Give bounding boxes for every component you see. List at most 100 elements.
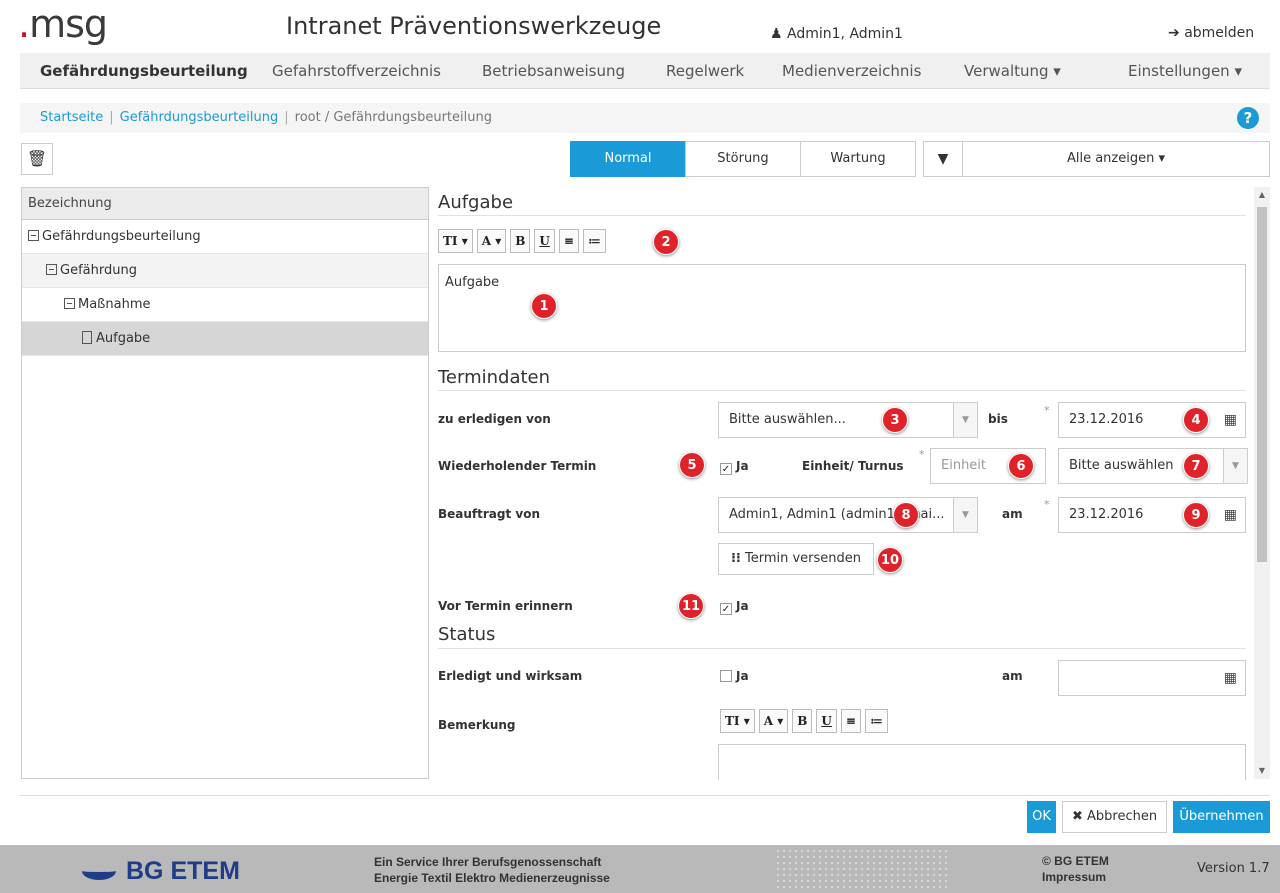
erledigt-am-label: am [1002,669,1023,683]
required-marker: * [1044,498,1050,511]
logout-icon: ➔ [1168,25,1180,41]
scrollbar-thumb[interactable] [1257,207,1267,562]
calendar-grid-icon: ⁝⁝ [730,551,741,566]
numbered-list-button[interactable]: ≔ [582,229,606,253]
nav-betriebsanweisung[interactable]: Betriebsanweisung [482,53,625,89]
apply-button[interactable]: Übernehmen [1173,801,1270,833]
beauftragt-von-select[interactable]: Admin1, Admin1 (admin1@mai... ▼ [718,497,978,533]
document-icon [82,331,92,344]
vor-termin-erinnern-label: Vor Termin erinnern [438,599,573,613]
einheit-turnus-label: Einheit/ Turnus [802,459,904,473]
tree-panel: Bezeichnung Gefährdungsbeurteilung Gefäh… [21,187,429,779]
numbered-list-button[interactable]: ≔ [864,709,888,733]
bullet-list-button[interactable]: ≡ [558,229,579,253]
annotation-badge: 6 [1008,453,1034,479]
nav-gefahrstoffverzeichnis[interactable]: Gefahrstoffverzeichnis [272,53,441,89]
form-scrollbar[interactable]: ▲ ▼ [1254,187,1270,779]
font-color-dropdown[interactable]: A ▾ [758,709,789,733]
mode-wartung-button[interactable]: Wartung [800,141,916,177]
divider [20,795,1270,796]
checkmark-icon: ✓ [720,603,732,615]
trash-icon: 🗑 [26,149,48,168]
nav-verwaltung-dropdown[interactable]: Verwaltung ▾ [964,53,1061,89]
impressum-link[interactable]: Impressum [1042,869,1109,885]
collapse-icon[interactable] [64,298,75,309]
required-marker: * [919,448,925,461]
nav-gefaehrdungsbeurteilung[interactable]: Gefährdungsbeurteilung [40,53,248,89]
filter-button[interactable]: ▼ [923,141,963,177]
copyright: © BG ETEM Impressum [1042,854,1109,885]
tree-column-header: Bezeichnung [22,188,428,220]
breadcrumb-home[interactable]: Startseite [40,110,103,125]
bullet-list-button[interactable]: ≡ [840,709,861,733]
tree-item-aufgabe[interactable]: Aufgabe [22,322,428,356]
bis-date-field[interactable]: 23.12.2016 ▦ [1058,402,1246,438]
scroll-down-arrow-icon[interactable]: ▼ [1254,763,1270,779]
bemerkung-rte-toolbar: TI ▾ A ▾ B U ≡ ≔ [720,709,888,733]
help-icon[interactable]: ? [1237,107,1259,129]
show-all-dropdown[interactable]: Alle anzeigen ▾ [962,141,1270,177]
nav-regelwerk[interactable]: Regelwerk [666,53,744,89]
required-marker: * [1044,404,1050,417]
termin-versenden-button[interactable]: ⁝⁝ Termin versenden [718,543,874,575]
zu-erledigen-select[interactable]: Bitte auswählen... ▼ [718,402,978,438]
logout-label: abmelden [1184,25,1255,41]
section-divider [438,390,1246,391]
bis-label: bis [988,412,1008,426]
mode-stoerung-button[interactable]: Störung [685,141,801,177]
bemerkung-textarea[interactable] [718,744,1246,780]
annotation-badge: 10 [877,547,903,573]
close-icon: ✖ [1071,809,1083,824]
user-name: Admin1, Admin1 [787,26,903,42]
section-title-status: Status [438,624,496,645]
filter-icon: ▼ [937,151,949,167]
zu-erledigen-label: zu erledigen von [438,412,551,426]
bold-button[interactable]: B [792,709,813,733]
cancel-button[interactable]: ✖ Abbrechen [1062,801,1167,833]
scroll-up-arrow-icon[interactable]: ▲ [1254,187,1270,203]
beauftragt-von-label: Beauftragt von [438,507,541,521]
font-size-dropdown[interactable]: TI ▾ [438,229,473,253]
tree-item-massnahme[interactable]: Maßnahme [22,288,428,322]
section-divider [438,215,1246,216]
erledigt-checkbox[interactable]: Ja [720,669,749,683]
delete-button[interactable]: 🗑 [21,143,53,175]
annotation-badge: 5 [679,452,705,478]
tree-item-gefaehrdungsbeurteilung[interactable]: Gefährdungsbeurteilung [22,220,428,254]
annotation-badge: 2 [653,229,679,255]
collapse-icon[interactable] [46,264,57,275]
vor-termin-erinnern-checkbox[interactable]: ✓ Ja [720,599,749,615]
section-title-termindaten: Termindaten [438,367,551,388]
breadcrumb-section[interactable]: Gefährdungsbeurteilung [120,110,279,125]
nav-einstellungen-dropdown[interactable]: Einstellungen ▾ [1128,53,1242,89]
calendar-icon[interactable]: ▦ [1224,403,1237,437]
annotation-badge: 9 [1183,502,1209,528]
annotation-badge: 3 [882,407,908,433]
font-color-dropdown[interactable]: A ▾ [476,229,507,253]
bg-etem-logo-mark [82,862,116,880]
erledigt-am-date-field[interactable]: ▦ [1058,660,1246,696]
collapse-icon[interactable] [28,230,39,241]
underline-button[interactable]: U [816,709,837,733]
ok-button[interactable]: OK [1027,801,1056,833]
underline-button[interactable]: U [534,229,555,253]
mode-normal-button[interactable]: Normal [570,141,686,177]
turnus-select[interactable]: Bitte auswählen ▼ [1058,448,1248,484]
annotation-badge: 7 [1183,453,1209,479]
logout-link[interactable]: ➔ abmelden [1168,25,1254,41]
annotation-badge: 4 [1183,407,1209,433]
tree-item-gefaehrdung[interactable]: Gefährdung [22,254,428,288]
calendar-icon[interactable]: ▦ [1224,498,1237,532]
nav-medienverzeichnis[interactable]: Medienverzeichnis [782,53,921,89]
footer: BG ETEM Ein Service Ihrer Berufsgenossen… [0,845,1280,893]
beauftragt-am-date-field[interactable]: 23.12.2016 ▦ [1058,497,1246,533]
bold-button[interactable]: B [510,229,531,253]
font-size-dropdown[interactable]: TI ▾ [720,709,755,733]
msg-logo: .msg [18,2,108,46]
calendar-icon[interactable]: ▦ [1224,661,1237,695]
version-label: Version 1.7 [1197,861,1270,876]
aufgabe-textarea[interactable]: Aufgabe [438,264,1246,352]
service-text: Ein Service Ihrer Berufsgenossenschaft E… [374,855,610,885]
wiederholender-termin-checkbox[interactable]: ✓ Ja [720,459,749,475]
section-title-aufgabe: Aufgabe [438,192,514,213]
